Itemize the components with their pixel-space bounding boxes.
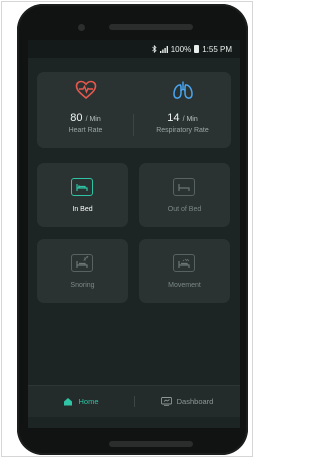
bottom-tab-bar: Home Dashboard [28,385,240,417]
tile-movement[interactable]: Movement [139,239,230,303]
bed-icon [71,178,93,196]
home-icon [64,398,73,406]
movement-icon [173,254,195,272]
battery-percentage: 100% [170,44,192,54]
heart-rate-value: 80 [70,112,83,124]
signal-icon [159,45,168,53]
heart-rate-value-line: 80 / Min [37,112,134,124]
vitals-card: 80 / Min Heart Rate 14 / Min Respiratory… [37,72,231,148]
empty-bed-icon [173,178,195,196]
heart-rate-label: Heart Rate [68,127,103,134]
tile-snoring[interactable]: Snoring [37,239,128,303]
front-camera [78,24,85,31]
status-bar: 100% 1:55 PM [28,40,240,58]
snoring-icon [71,254,93,272]
respiratory-rate-value: 14 [167,112,180,124]
heart-rate-panel[interactable]: 80 / Min Heart Rate [37,72,134,148]
earpiece-speaker [109,24,193,30]
bottom-speaker [109,441,193,447]
tile-label: In Bed [72,206,93,213]
respiratory-rate-panel[interactable]: 14 / Min Respiratory Rate [134,72,231,148]
dashboard-icon [160,397,172,406]
tab-dashboard-label: Dashboard [176,397,214,406]
bluetooth-icon [151,45,157,53]
tile-label: Out of Bed [167,206,202,213]
tab-dashboard[interactable]: Dashboard [134,386,240,417]
battery-icon [194,45,200,53]
lungs-icon [173,81,193,99]
tab-home-label: Home [78,397,99,406]
tile-label: Movement [168,282,201,289]
status-time: 1:55 PM [202,44,232,54]
respiratory-rate-label: Respiratory Rate [156,127,209,134]
respiratory-rate-value-line: 14 / Min [134,112,231,124]
heart-pulse-icon [75,80,97,100]
tile-label: Snoring [70,282,95,289]
tile-in-bed[interactable]: In Bed [37,163,128,227]
app-screen: 100% 1:55 PM 80 / Min Heart Rate 14 / Mi… [28,40,240,428]
respiratory-rate-unit: / Min [182,116,198,123]
tab-home[interactable]: Home [28,386,134,417]
tile-out-of-bed[interactable]: Out of Bed [139,163,230,227]
heart-rate-unit: / Min [85,116,101,123]
